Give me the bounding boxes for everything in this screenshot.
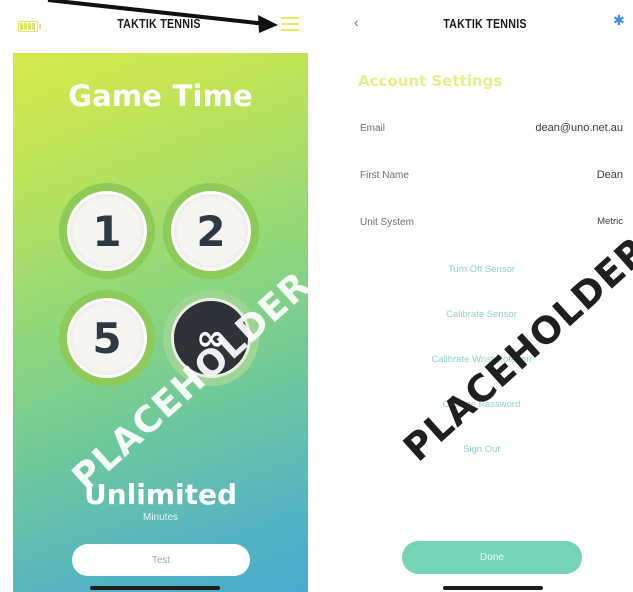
home-indicator — [443, 586, 543, 590]
selected-time-label: Unlimited — [83, 478, 238, 511]
unit-system-value[interactable]: Metric — [597, 216, 623, 227]
section-title: Account Settings — [358, 72, 503, 90]
time-option-2[interactable]: 2 — [163, 183, 259, 279]
first-name-value[interactable]: Dean — [597, 169, 623, 181]
sign-out-link[interactable]: Sign Out — [330, 444, 633, 455]
page-title: Game Time — [68, 79, 253, 113]
bluetooth-icon[interactable]: ✱ — [613, 13, 625, 29]
time-option-label: 2 — [196, 206, 226, 256]
done-button[interactable]: Done — [402, 541, 582, 574]
app-title: TAKTIK TENNIS — [443, 16, 527, 31]
time-option-label: 5 — [92, 313, 122, 363]
game-time-panel: Game Time 1 2 5 ∞ Unlimited Minutes Test — [13, 53, 308, 592]
time-option-1[interactable]: 1 — [59, 183, 155, 279]
first-name-label: First Name — [360, 170, 409, 181]
calibrate-wrist-rotation-link[interactable]: Calibrate Wrist Rotation — [330, 354, 633, 365]
change-password-link[interactable]: Change Password — [330, 399, 633, 410]
test-button[interactable]: Test — [72, 544, 250, 576]
calibrate-sensor-link[interactable]: Calibrate Sensor — [330, 309, 633, 320]
infinity-icon: ∞ — [196, 317, 226, 359]
account-settings-screen: ‹ TAKTIK TENNIS ✱ Account Settings Email… — [330, 0, 633, 592]
time-option-label: 1 — [92, 206, 122, 256]
game-time-screen: TAKTIK TENNIS Game Time 1 2 5 ∞ Unlimite… — [0, 0, 320, 592]
home-indicator — [90, 586, 220, 590]
selected-time-unit: Minutes — [142, 512, 178, 523]
annotation-arrow-icon — [47, 0, 278, 33]
turn-off-sensor-link[interactable]: Turn Off Sensor — [330, 264, 633, 275]
unit-system-label: Unit System — [360, 217, 414, 228]
time-option-5[interactable]: 5 — [59, 290, 155, 386]
email-label: Email — [360, 123, 386, 134]
back-chevron-icon[interactable]: ‹ — [354, 14, 359, 30]
email-value[interactable]: dean@uno.net.au — [535, 122, 623, 134]
time-option-unlimited[interactable]: ∞ — [163, 290, 259, 386]
